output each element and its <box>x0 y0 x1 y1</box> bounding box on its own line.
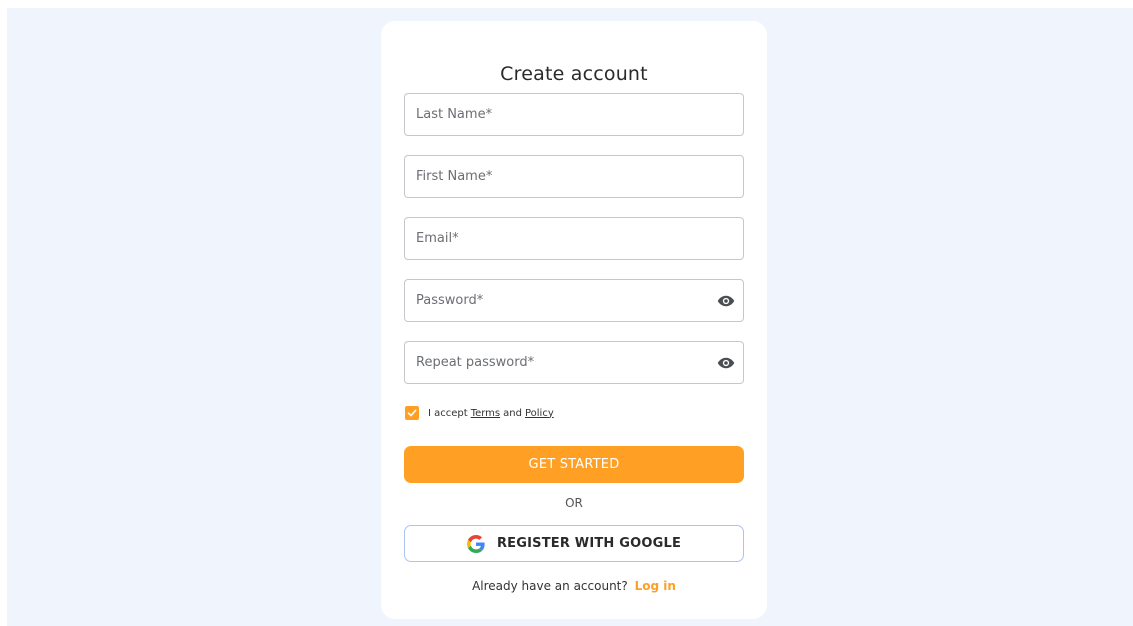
get-started-button[interactable]: GET STARTED <box>404 446 744 483</box>
first-name-label: First Name* <box>416 169 493 184</box>
repeat-password-label: Repeat password* <box>416 355 535 370</box>
password-label: Password* <box>416 293 484 308</box>
email-label: Email* <box>416 231 459 246</box>
last-name-label: Last Name* <box>416 107 493 122</box>
eye-icon[interactable] <box>717 355 735 371</box>
or-divider: OR <box>565 496 583 510</box>
login-link[interactable]: Log in <box>635 579 676 593</box>
terms-prefix: I accept <box>428 407 468 419</box>
password-field[interactable]: Password* <box>404 279 744 322</box>
last-name-field[interactable]: Last Name* <box>404 93 744 136</box>
terms-link[interactable]: Terms <box>471 408 500 419</box>
login-prompt-text: Already have an account? <box>472 579 628 593</box>
signup-card: Create account Last Name* First Name* Em… <box>381 21 767 619</box>
terms-and: and <box>503 407 522 419</box>
terms-checkbox[interactable] <box>405 406 419 420</box>
register-with-google-button[interactable]: REGISTER WITH GOOGLE <box>404 525 744 562</box>
first-name-field[interactable]: First Name* <box>404 155 744 198</box>
google-icon <box>466 534 485 553</box>
page-title: Create account <box>500 63 648 85</box>
login-prompt: Already have an account? Log in <box>381 579 767 593</box>
repeat-password-field[interactable]: Repeat password* <box>404 341 744 384</box>
terms-row: I accept Terms and Policy <box>405 405 557 421</box>
policy-link[interactable]: Policy <box>525 408 554 419</box>
email-field[interactable]: Email* <box>404 217 744 260</box>
check-icon <box>407 409 417 417</box>
google-button-label: REGISTER WITH GOOGLE <box>496 536 682 551</box>
eye-icon[interactable] <box>717 293 735 309</box>
